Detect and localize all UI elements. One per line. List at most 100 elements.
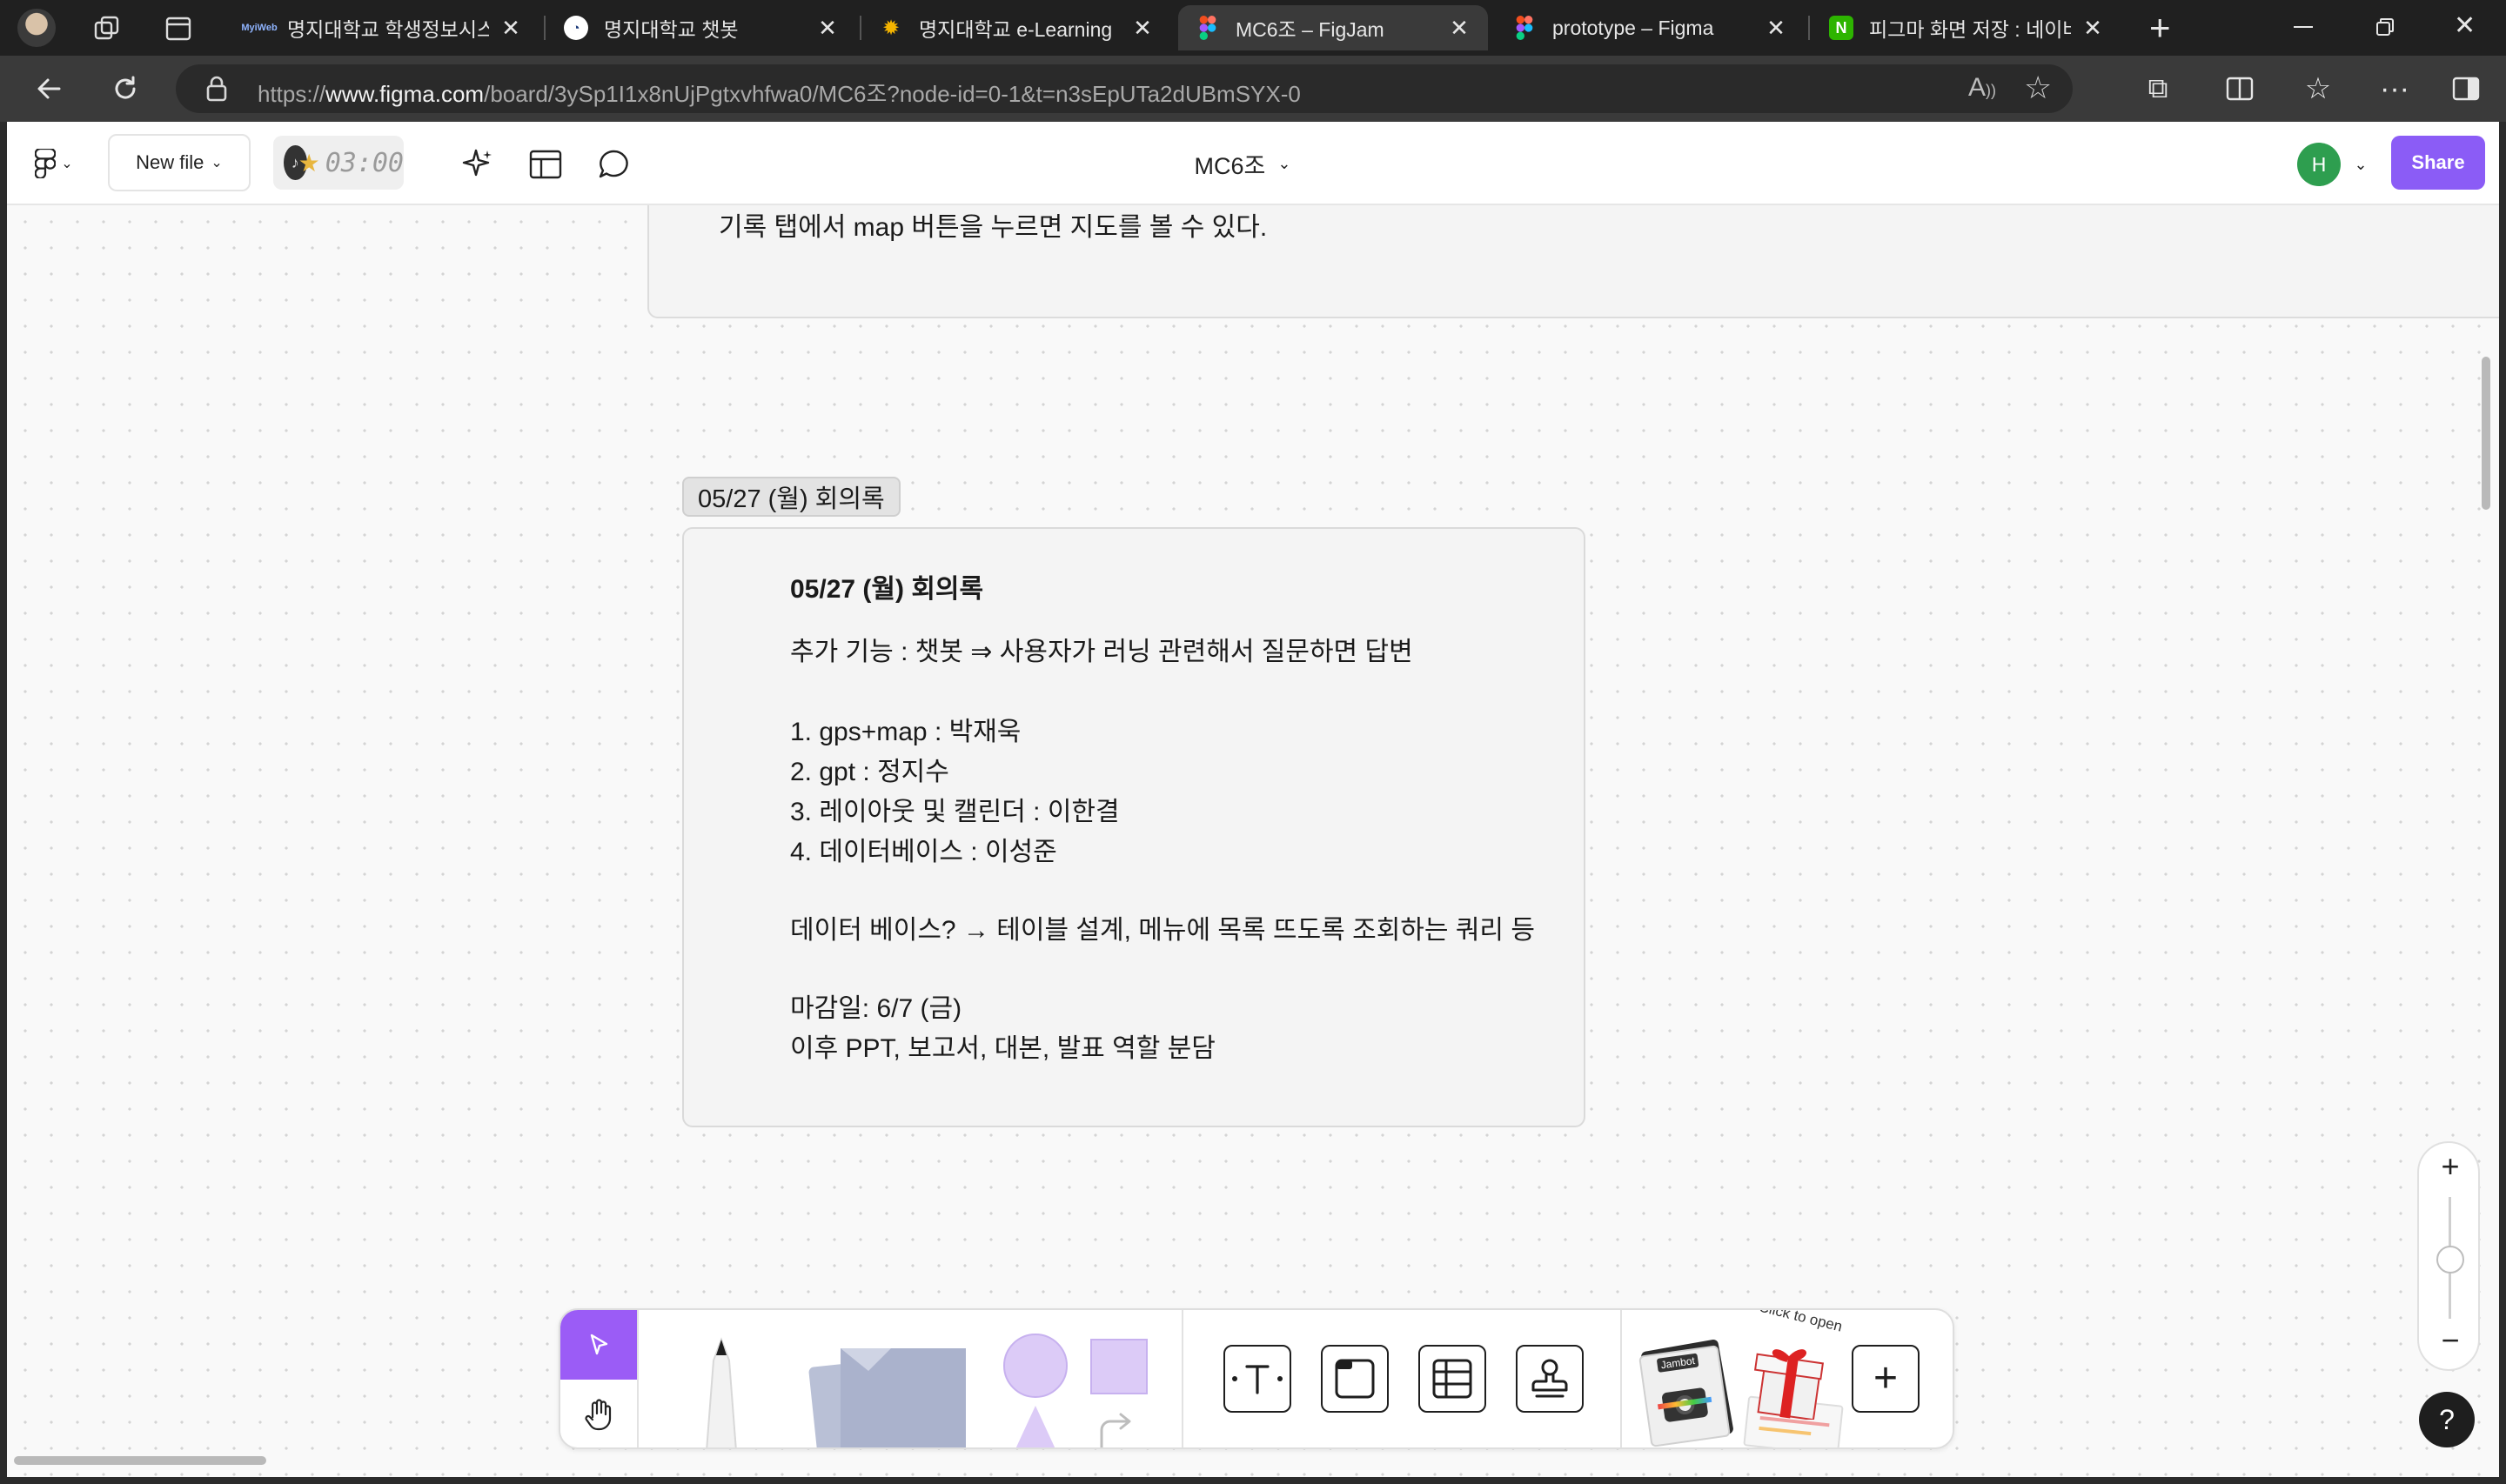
browser-tab[interactable]: ◔ 명지대학교 챗봇 ✕	[546, 5, 856, 50]
shapes-tool[interactable]	[1001, 1333, 1154, 1447]
restore-icon[interactable]	[2375, 17, 2395, 37]
vertical-scrollbar[interactable]	[2482, 357, 2490, 510]
stamp-tool[interactable]	[1516, 1345, 1584, 1413]
marker-tool[interactable]	[682, 1334, 761, 1447]
share-button[interactable]: Share	[2391, 136, 2485, 190]
hand-icon	[585, 1399, 612, 1431]
close-tab-icon[interactable]: ✕	[814, 15, 841, 42]
vertical-tabs-icon[interactable]	[164, 14, 193, 43]
new-file-button[interactable]: New file ⌄	[108, 134, 251, 191]
lock-icon[interactable]	[204, 75, 230, 103]
horizontal-scrollbar[interactable]	[14, 1456, 266, 1465]
sticky-note-tool[interactable]	[795, 1336, 978, 1447]
tab-title: 명지대학교 학생정보시스템	[287, 18, 489, 41]
close-tab-icon[interactable]: ✕	[498, 15, 524, 42]
profile-avatar[interactable]	[17, 9, 56, 47]
note-task-item: 3. 레이아웃 및 캘린더 : 이한결	[790, 798, 1120, 826]
chevron-down-icon: ⌄	[61, 157, 73, 171]
new-tab-button[interactable]: +	[2149, 7, 2171, 49]
meeting-note-card[interactable]: 05/27 (월) 회의록 추가 기능 : 챗봇 ⇒ 사용자가 러닝 관련해서 …	[682, 527, 1585, 1127]
split-screen-icon[interactable]	[2219, 68, 2261, 110]
read-aloud-icon[interactable]: A))	[1968, 73, 1996, 103]
note-task-item: 4. 데이터베이스 : 이성준	[790, 838, 1057, 866]
text-tool[interactable]	[1223, 1345, 1291, 1413]
timer-widget[interactable]: ♪ ★ 03:00	[273, 136, 404, 190]
url-path: /board/3ySp1I1x8nUjPgtxvhfwa0/MC6조?node-…	[484, 81, 1301, 107]
close-tab-icon[interactable]: ✕	[2080, 15, 2106, 42]
file-name-button[interactable]: MC6조 ⌄	[1138, 143, 1347, 184]
section-label[interactable]: 05/27 (월) 회의록	[682, 477, 901, 517]
gift-widget[interactable]	[1737, 1322, 1859, 1447]
add-more-button[interactable]: +	[1852, 1345, 1920, 1413]
table-tool[interactable]	[1418, 1345, 1486, 1413]
tab-title: 명지대학교 e-Learning	[919, 18, 1113, 41]
browser-tab[interactable]: MyiWeb 명지대학교 학생정보시스템 ✕	[230, 5, 539, 50]
chevron-down-icon: ⌄	[1277, 154, 1291, 172]
more-menu-icon[interactable]: ···	[2374, 68, 2416, 110]
favorites-icon[interactable]: ☆	[2297, 68, 2339, 110]
close-tab-icon[interactable]: ✕	[1446, 15, 1472, 42]
refresh-icon[interactable]	[104, 68, 146, 110]
shapes-icon	[1003, 1334, 1148, 1447]
figjam-top-bar: ⌄ New file ⌄ ♪ ★ 03:00 MC6조 ⌄ H ⌄ Share	[7, 122, 2499, 205]
note-task-item: 1. gps+map : 박재욱	[790, 718, 1022, 746]
stamp-icon	[1531, 1359, 1568, 1398]
templates-icon[interactable]	[526, 144, 566, 184]
zoom-control[interactable]: + −	[2417, 1141, 2480, 1371]
browser-toolbar: https://www.figma.com/board/3ySp1I1x8nUj…	[0, 56, 2506, 122]
cursor-icon	[590, 1334, 608, 1355]
browser-tab[interactable]: ✹ 명지대학교 e-Learning ✕	[861, 5, 1171, 50]
back-arrow-icon[interactable]	[28, 68, 70, 110]
sidebar-toggle-icon[interactable]	[2445, 68, 2487, 110]
figma-icon	[1196, 16, 1220, 40]
note-deadline-line: 마감일: 6/7 (금)	[790, 994, 962, 1023]
zoom-in-button[interactable]: +	[2419, 1148, 2482, 1185]
new-file-label: New file	[136, 151, 204, 173]
jambot-widget[interactable]: Jambot	[1638, 1338, 1735, 1447]
help-button[interactable]: ?	[2419, 1392, 2475, 1447]
minimize-icon[interactable]	[2294, 26, 2313, 28]
note-after-line: 이후 PPT, 보고서, 대본, 발표 역할 분담	[790, 1034, 1216, 1063]
myiweb-icon: MyiWeb	[241, 23, 278, 33]
tab-divider	[544, 16, 546, 40]
timer-value: 03:00	[325, 147, 404, 178]
browser-tab[interactable]: prototype – Figma ✕	[1495, 5, 1805, 50]
close-tab-icon[interactable]: ✕	[1129, 15, 1156, 42]
chevron-down-icon[interactable]: ⌄	[2348, 151, 2374, 177]
ai-sparkle-icon[interactable]	[458, 144, 498, 184]
browser-tab-active[interactable]: MC6조 – FigJam ✕	[1178, 5, 1488, 50]
tab-title: prototype – Figma	[1552, 16, 1714, 39]
gift-box-icon	[1753, 1349, 1825, 1420]
marker-icon	[706, 1337, 737, 1447]
plus-icon: +	[1873, 1355, 1899, 1401]
browser-tab[interactable]: N 피그마 화면 저장 : 네이버 ✕	[1812, 5, 2121, 50]
favorite-star-icon[interactable]: ☆	[2024, 70, 2052, 106]
toolbar-divider	[1182, 1310, 1183, 1447]
previous-note-text: 기록 탭에서 map 버튼을 누르면 지도를 볼 수 있다.	[719, 213, 1268, 242]
extensions-icon[interactable]: ⧉	[2137, 68, 2179, 110]
main-menu-button[interactable]: ⌄	[28, 144, 80, 183]
zoom-out-button[interactable]: −	[2419, 1322, 2482, 1359]
section-tool[interactable]	[1321, 1345, 1389, 1413]
browser-tab-strip: MyiWeb 명지대학교 학생정보시스템 ✕ ◔ 명지대학교 챗봇 ✕ ✹ 명지…	[0, 0, 2506, 56]
hand-tool[interactable]	[560, 1380, 637, 1447]
toolbar-divider	[1620, 1310, 1622, 1447]
user-avatar[interactable]: H	[2297, 143, 2341, 186]
text-icon	[1232, 1365, 1283, 1394]
tab-divider	[1808, 16, 1810, 40]
tab-title: 명지대학교 챗봇	[604, 18, 739, 41]
comment-icon[interactable]	[593, 144, 633, 184]
toolbar-divider	[637, 1310, 639, 1447]
table-icon	[1432, 1359, 1472, 1399]
select-tool[interactable]	[560, 1310, 637, 1380]
address-bar[interactable]: https://www.figma.com/board/3ySp1I1x8nUj…	[176, 64, 2073, 113]
zoom-slider-handle[interactable]	[2436, 1246, 2464, 1273]
close-window-icon[interactable]: ✕	[2454, 10, 2476, 41]
figma-logo-icon	[35, 149, 57, 178]
figjam-canvas[interactable]: 기록 탭에서 map 버튼을 누르면 지도를 볼 수 있다. 05/27 (월)…	[7, 122, 2499, 1477]
close-tab-icon[interactable]: ✕	[1763, 15, 1789, 42]
camera-icon	[1658, 1387, 1712, 1423]
file-name: MC6조	[1194, 152, 1266, 179]
url-scheme: https://	[258, 81, 326, 107]
workspaces-icon[interactable]	[92, 14, 122, 43]
